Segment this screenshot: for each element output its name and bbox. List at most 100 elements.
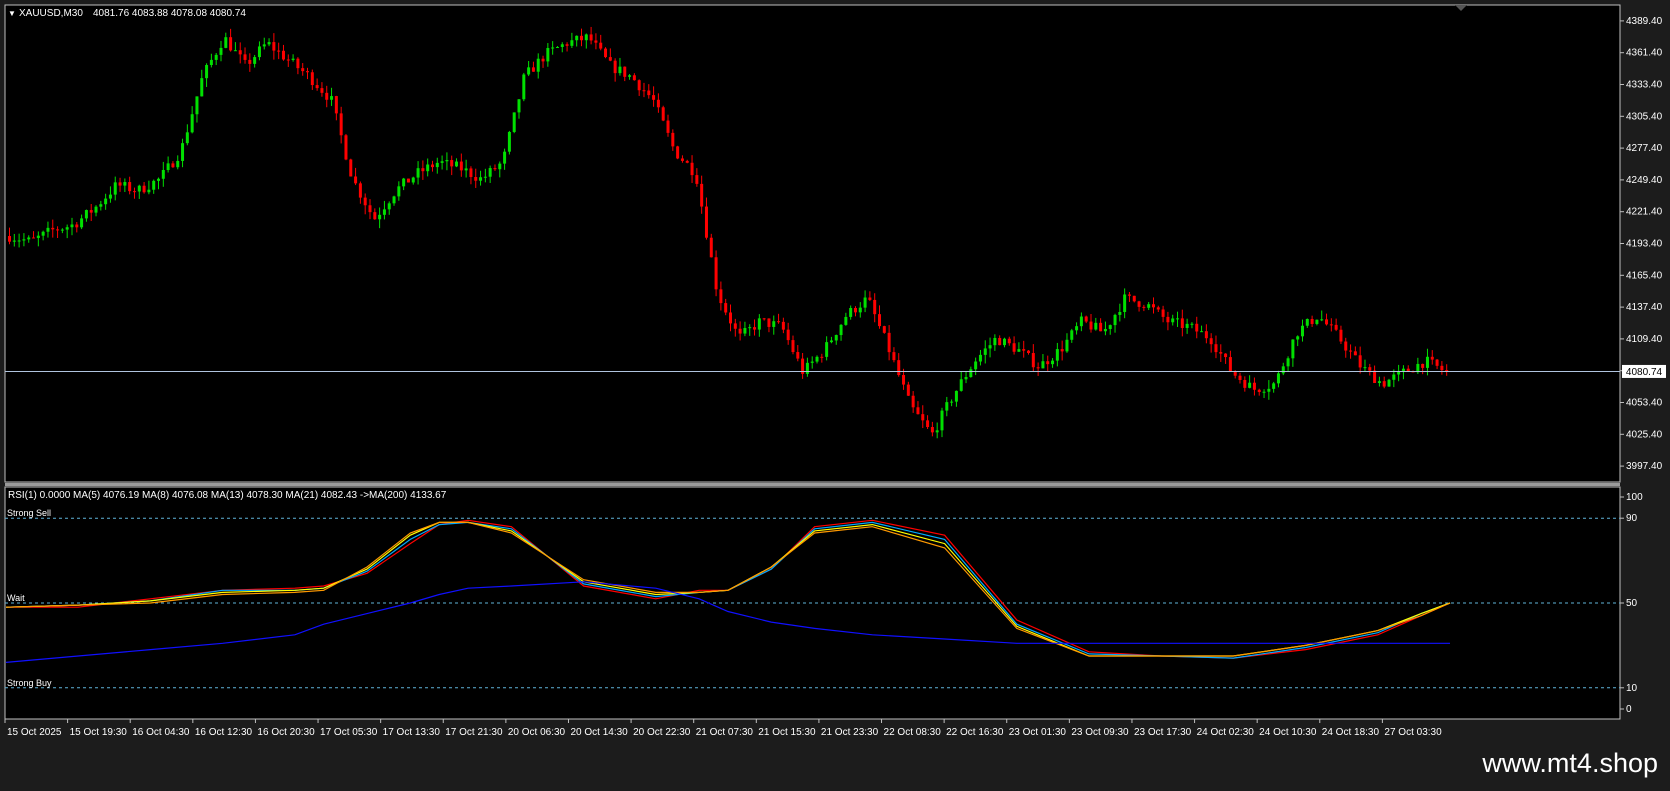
time-tick-label: 27 Oct 03:30 xyxy=(1384,727,1442,738)
candle-body xyxy=(181,143,185,161)
candle-body xyxy=(695,175,699,184)
candle-body xyxy=(402,178,406,187)
time-tick-label: 21 Oct 07:30 xyxy=(696,727,754,738)
candle-body xyxy=(1421,363,1425,368)
candle-body xyxy=(1060,349,1064,352)
candle-body xyxy=(493,168,497,170)
time-tick-label: 15 Oct 19:30 xyxy=(70,727,128,738)
candle-body xyxy=(777,321,781,323)
candle-body xyxy=(719,289,723,304)
candle-body xyxy=(1176,318,1180,320)
candle-body xyxy=(1161,309,1165,317)
candle-body xyxy=(671,132,675,147)
time-tick-label: 23 Oct 01:30 xyxy=(1009,727,1067,738)
candle-body xyxy=(1079,316,1083,327)
candle-body xyxy=(368,205,372,213)
price-tick-label: 4389.40 xyxy=(1626,16,1663,27)
price-tick-label: 4221.40 xyxy=(1626,207,1663,218)
candle-body xyxy=(214,54,218,60)
candle-body xyxy=(618,66,622,74)
candle-body xyxy=(815,356,819,362)
candle-body xyxy=(262,44,266,47)
candle-body xyxy=(1228,357,1232,371)
panel-divider[interactable] xyxy=(5,483,1620,486)
candle-body xyxy=(195,96,199,115)
price-tick-label: 4333.40 xyxy=(1626,80,1663,91)
candle-body xyxy=(325,92,329,100)
candle-body xyxy=(128,182,132,192)
candle-body xyxy=(1012,343,1016,352)
indicator-header: RSI(1) 0.0000 MA(5) 4076.19 MA(8) 4076.0… xyxy=(8,490,447,501)
price-axis-ticks: 3997.404025.404053.404081.404109.404137.… xyxy=(1620,16,1663,472)
time-tick-label: 24 Oct 18:30 xyxy=(1322,727,1380,738)
candle-body xyxy=(930,427,934,433)
candle-body xyxy=(1349,350,1353,352)
candle-body xyxy=(642,90,646,92)
candle-body xyxy=(882,326,886,333)
candle-body xyxy=(132,191,136,193)
candle-body xyxy=(440,161,444,163)
candle-body xyxy=(565,44,569,46)
candle-body xyxy=(1435,359,1439,366)
candle-body xyxy=(1214,344,1218,353)
candle-body xyxy=(421,168,425,172)
candle-body xyxy=(488,168,492,177)
chart-canvas: 3997.404025.404053.404081.404109.404137.… xyxy=(0,4,1670,787)
time-tick-label: 21 Oct 23:30 xyxy=(821,727,879,738)
candle-body xyxy=(1007,338,1011,344)
price-tick-label: 4165.40 xyxy=(1626,270,1663,281)
candle-body xyxy=(1046,361,1050,365)
candle-body xyxy=(983,348,987,355)
chart-stage: 3997.404025.404053.404081.404109.404137.… xyxy=(0,0,1670,787)
candle-body xyxy=(17,240,21,242)
candle-body xyxy=(1209,338,1213,345)
candle-body xyxy=(810,361,814,363)
candle-body xyxy=(873,299,877,315)
price-tick-label: 4277.40 xyxy=(1626,143,1663,154)
candle-body xyxy=(527,67,531,75)
time-tick-label: 16 Oct 04:30 xyxy=(132,727,190,738)
candle-body xyxy=(993,337,997,346)
candle-body xyxy=(935,430,939,433)
candle-body xyxy=(988,345,992,349)
candle-body xyxy=(916,407,920,415)
candle-body xyxy=(849,307,853,317)
candle-body xyxy=(291,58,295,60)
candle-body xyxy=(680,158,684,161)
candle-body xyxy=(1166,316,1170,323)
candle-body xyxy=(233,50,237,52)
candle-body xyxy=(1281,366,1285,374)
candle-body xyxy=(1180,318,1184,328)
candle-body xyxy=(772,321,776,327)
candle-body xyxy=(1300,325,1304,337)
candle-body xyxy=(892,352,896,361)
candle-body xyxy=(344,135,348,160)
candle-body xyxy=(829,340,833,343)
candle-body xyxy=(1200,331,1204,333)
candle-body xyxy=(330,96,334,100)
candle-body xyxy=(51,227,55,230)
candle-body xyxy=(1329,324,1333,326)
candle-body xyxy=(1065,339,1069,352)
candle-body xyxy=(978,354,982,362)
candle-body xyxy=(685,160,689,163)
time-tick-label: 23 Oct 09:30 xyxy=(1071,727,1129,738)
candle-body xyxy=(1344,341,1348,351)
candle-body xyxy=(887,332,891,353)
candle-body xyxy=(1070,330,1074,340)
symbol-dropdown-icon[interactable]: ▼ xyxy=(8,9,16,18)
candle-body xyxy=(589,34,593,41)
candle-body xyxy=(757,318,761,330)
candle-body xyxy=(176,160,180,168)
candle-body xyxy=(729,312,732,324)
candle-body xyxy=(445,160,449,162)
candle-body xyxy=(1353,351,1357,356)
candle-body xyxy=(805,362,809,374)
candle-body xyxy=(945,402,949,411)
main-panel[interactable] xyxy=(4,4,1621,483)
time-tick-label: 16 Oct 12:30 xyxy=(195,727,253,738)
candle-body xyxy=(147,189,151,193)
candle-body xyxy=(531,67,535,72)
candle-body xyxy=(964,377,968,380)
candle-body xyxy=(546,48,550,62)
